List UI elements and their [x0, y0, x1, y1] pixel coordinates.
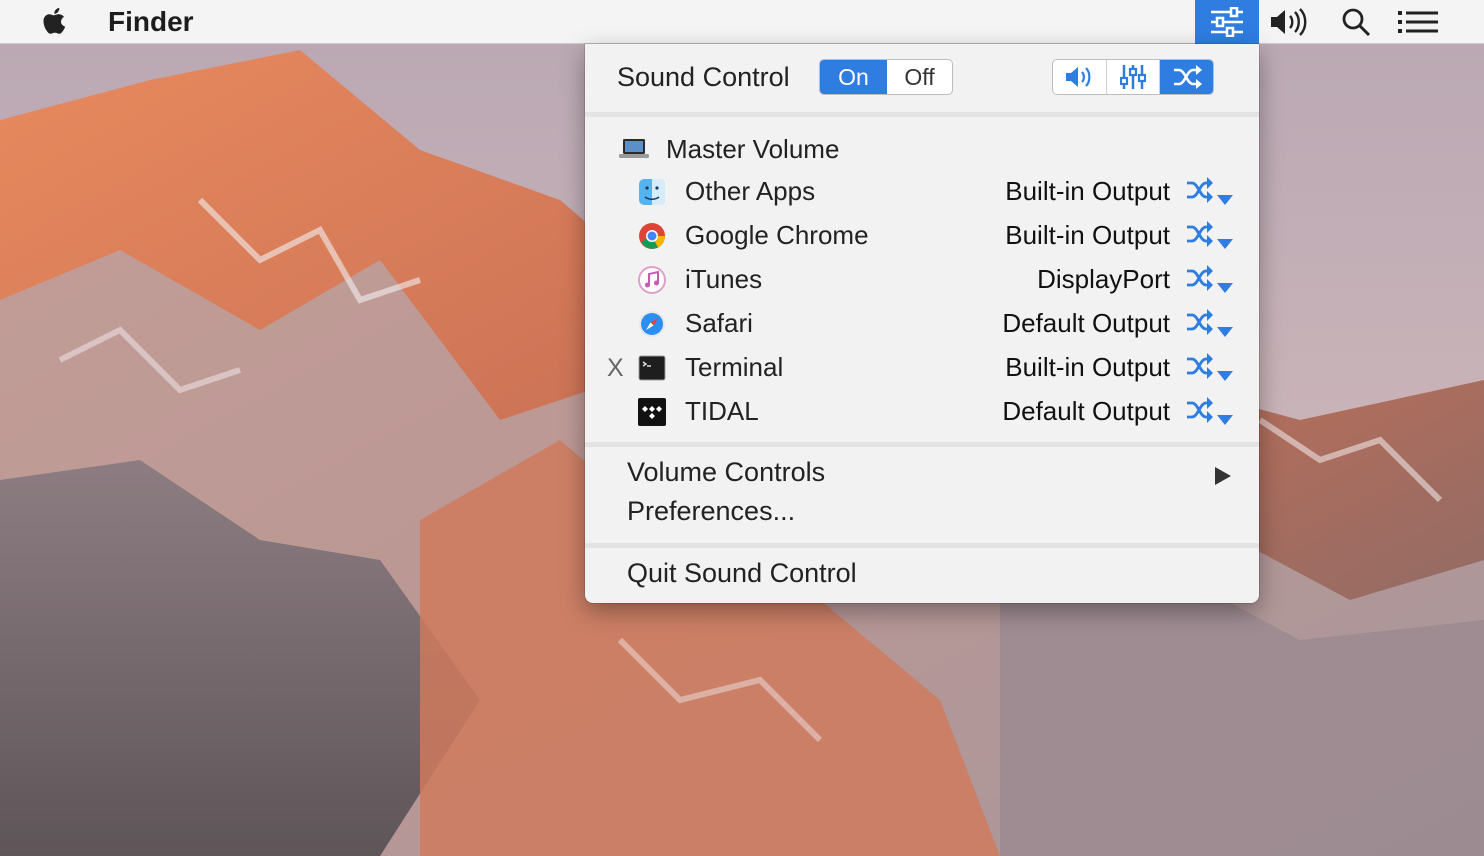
spotlight-search-button[interactable] — [1334, 0, 1378, 44]
equalizer-icon — [1120, 65, 1146, 89]
terminal-icon — [638, 355, 666, 381]
system-volume-menu-button[interactable] — [1264, 0, 1314, 44]
volume-controls-menu-item[interactable]: Volume Controls — [627, 457, 825, 488]
separator — [585, 112, 1259, 117]
notification-center-button[interactable] — [1394, 0, 1442, 44]
output-switch-dropdown-icon[interactable] — [1185, 395, 1235, 431]
itunes-icon — [638, 266, 666, 294]
active-app-name[interactable]: Finder — [108, 6, 194, 38]
volume-icon — [1066, 67, 1091, 87]
sound-control-panel: Sound Control On Off Master Volume Other… — [585, 44, 1259, 603]
master-volume-row[interactable]: Master Volume — [619, 134, 839, 164]
app-row-safari[interactable]: Safari Default Output — [585, 303, 1259, 347]
muted-mark[interactable]: X — [607, 354, 624, 383]
separator — [585, 442, 1259, 447]
app-row-other-apps[interactable]: Other Apps Built-in Output — [585, 171, 1259, 215]
output-switch-dropdown-icon[interactable] — [1185, 219, 1235, 255]
mode-equalizer-button[interactable] — [1107, 60, 1161, 94]
sliders-icon — [1211, 7, 1243, 37]
safari-icon — [639, 311, 665, 337]
output-device-label: Default Output — [1002, 396, 1170, 426]
output-switch-dropdown-icon[interactable] — [1185, 175, 1235, 211]
quit-menu-item[interactable]: Quit Sound Control — [627, 558, 857, 589]
menu-bar: Finder — [0, 0, 1484, 44]
list-icon — [1398, 11, 1438, 33]
submenu-arrow-icon — [1215, 467, 1231, 485]
app-name-label: iTunes — [685, 264, 763, 294]
app-name-label: Safari — [685, 308, 753, 338]
tidal-icon — [638, 398, 666, 426]
app-row-tidal[interactable]: TIDAL Default Output — [585, 391, 1259, 435]
panel-title: Sound Control — [617, 62, 790, 92]
speaker-volume-icon — [1271, 8, 1307, 36]
mode-volume-button[interactable] — [1053, 60, 1107, 94]
finder-icon — [639, 179, 665, 205]
on-off-toggle: On Off — [819, 59, 953, 95]
app-name-label: TIDAL — [685, 396, 759, 426]
app-row-itunes[interactable]: iTunes DisplayPort — [585, 259, 1259, 303]
output-switch-dropdown-icon[interactable] — [1185, 263, 1235, 299]
mode-output-switch-button[interactable] — [1160, 60, 1213, 94]
output-device-label: Built-in Output — [1005, 220, 1170, 250]
app-name-label: Other Apps — [685, 176, 816, 206]
output-switch-dropdown-icon[interactable] — [1185, 351, 1235, 387]
preferences-menu-item[interactable]: Preferences... — [627, 496, 795, 527]
app-row-google-chrome[interactable]: Google Chrome Built-in Output — [585, 215, 1259, 259]
shuffle-icon — [1173, 65, 1202, 89]
output-device-label: Default Output — [1002, 308, 1170, 338]
separator — [585, 543, 1259, 548]
master-volume-label: Master Volume — [666, 133, 840, 164]
apple-logo-icon[interactable] — [38, 5, 72, 39]
app-row-terminal[interactable]: X Terminal Built-in Output — [585, 347, 1259, 391]
output-device-label: DisplayPort — [1037, 264, 1170, 294]
chrome-icon — [639, 223, 665, 249]
output-device-label: Built-in Output — [1005, 352, 1170, 382]
app-name-label: Google Chrome — [685, 220, 869, 250]
panel-header: Sound Control On Off — [585, 44, 1259, 114]
output-device-label: Built-in Output — [1005, 176, 1170, 206]
laptop-icon — [619, 139, 649, 158]
toggle-off-button[interactable]: Off — [887, 60, 952, 94]
sound-control-menu-button[interactable] — [1195, 0, 1259, 44]
toggle-on-button[interactable]: On — [820, 60, 887, 94]
app-name-label: Terminal — [685, 352, 784, 382]
mode-selector — [1052, 59, 1214, 95]
search-icon — [1342, 8, 1371, 37]
output-switch-dropdown-icon[interactable] — [1185, 307, 1235, 343]
